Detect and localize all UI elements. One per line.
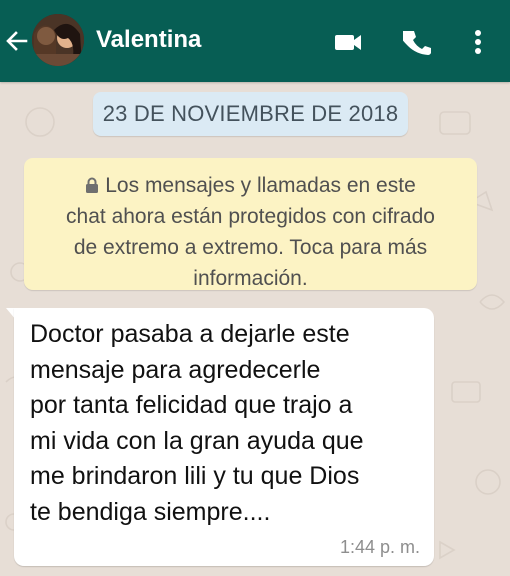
message-text-line: me brindaron lili y tu que Dios xyxy=(30,462,360,490)
encryption-notice-line: Los mensajes y llamadas en este xyxy=(44,170,457,201)
message-text-line: por tanta felicidad que trajo a xyxy=(30,391,353,419)
chat-header: Valentina xyxy=(0,0,510,82)
message-timestamp: 1:44 p. m. xyxy=(339,537,420,557)
contact-name[interactable]: Valentina xyxy=(96,26,201,54)
encryption-notice-line: de extremo a extremo. Toca para más xyxy=(73,236,428,259)
message-text-line: Doctor pasaba a dejarle este xyxy=(30,320,350,348)
lock-icon xyxy=(86,177,99,193)
more-options-icon[interactable] xyxy=(468,28,488,56)
date-divider: 23 DE NOVIEMBRE DE 2018 xyxy=(93,92,408,136)
incoming-message-bubble[interactable]: Doctor pasaba a dejarle este mensaje par… xyxy=(14,308,434,566)
message-text-line: mi vida con la gran ayuda que xyxy=(30,426,364,455)
video-call-icon[interactable] xyxy=(333,28,363,56)
message-text-line: te bendiga siempre.... xyxy=(30,497,271,526)
back-arrow-icon[interactable] xyxy=(4,28,30,54)
message-text-line: mensaje para agredecerle xyxy=(30,355,321,384)
encryption-notice-line: chat ahora están protegidos con cifrado xyxy=(66,205,435,228)
encryption-notice[interactable]: Los mensajes y llamadas en este chat aho… xyxy=(24,158,477,290)
encryption-notice-line: información. xyxy=(193,267,308,290)
contact-avatar[interactable] xyxy=(32,14,84,66)
phone-call-icon[interactable] xyxy=(403,28,433,56)
encryption-notice-text: Los mensajes y llamadas en este xyxy=(105,174,416,197)
